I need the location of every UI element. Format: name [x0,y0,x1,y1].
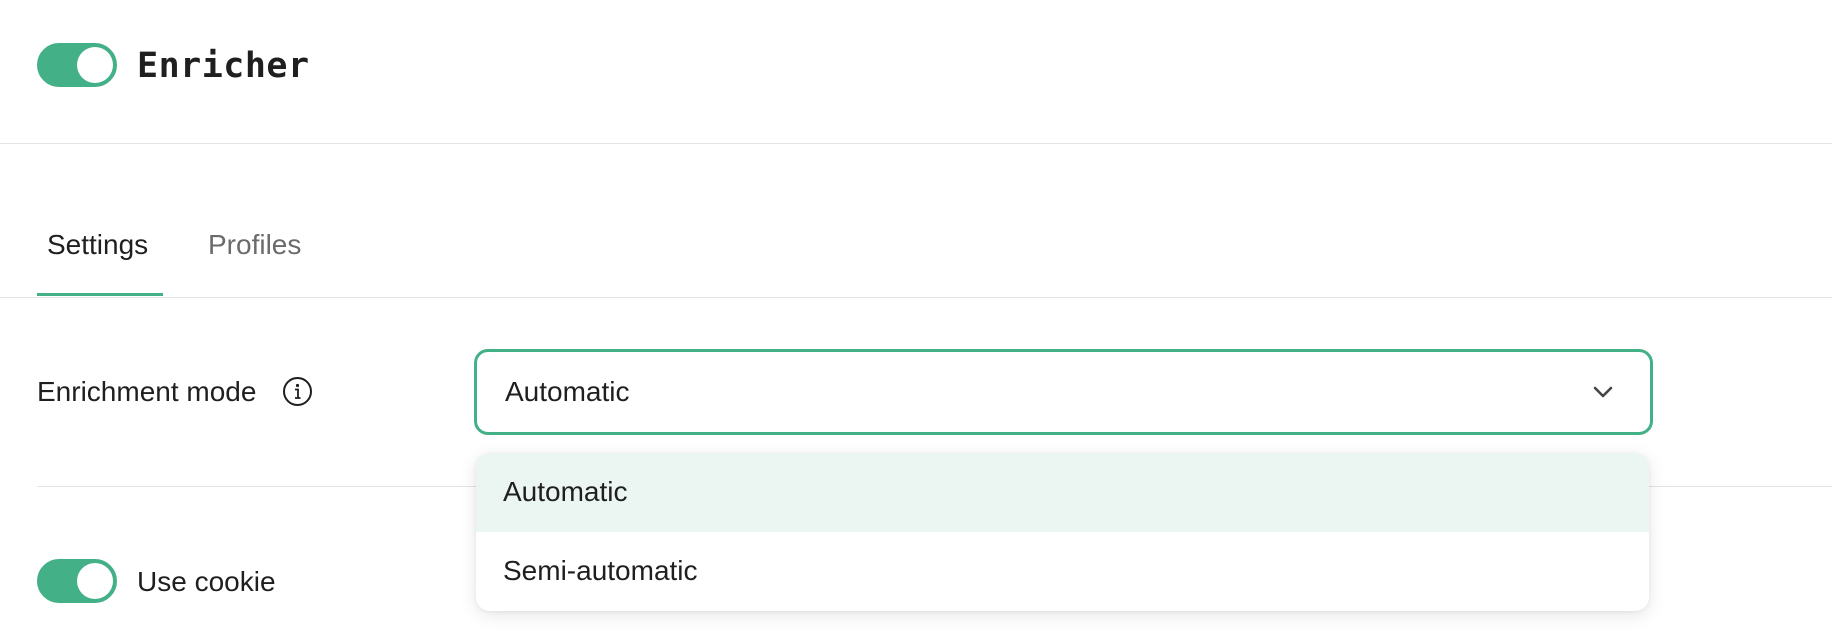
info-icon[interactable] [282,376,313,407]
enricher-settings-page: Enricher Settings Profiles Enrichment mo… [0,0,1832,631]
option-label: Semi-automatic [503,555,698,586]
page-title: Enricher [137,46,310,86]
header-divider [0,143,1832,144]
dropdown-option-automatic[interactable]: Automatic [476,453,1649,532]
tabs-divider [0,297,1832,298]
active-tab-indicator [37,293,163,296]
use-cookie-label: Use cookie [137,566,276,597]
enricher-enable-toggle[interactable] [37,43,117,87]
dropdown-option-semi-automatic[interactable]: Semi-automatic [476,532,1649,611]
use-cookie-toggle[interactable] [37,559,117,603]
tab-settings[interactable]: Settings [47,225,148,265]
tab-profiles[interactable]: Profiles [208,225,301,265]
chevron-down-icon [1593,386,1613,398]
enrichment-mode-label: Enrichment mode [37,376,257,407]
select-value: Automatic [505,376,630,407]
toggle-knob [77,563,113,599]
toggle-knob [77,47,113,83]
enrichment-mode-select[interactable]: Automatic [474,349,1653,435]
option-label: Automatic [503,476,628,507]
enrichment-mode-dropdown: Automatic Semi-automatic [476,453,1649,611]
